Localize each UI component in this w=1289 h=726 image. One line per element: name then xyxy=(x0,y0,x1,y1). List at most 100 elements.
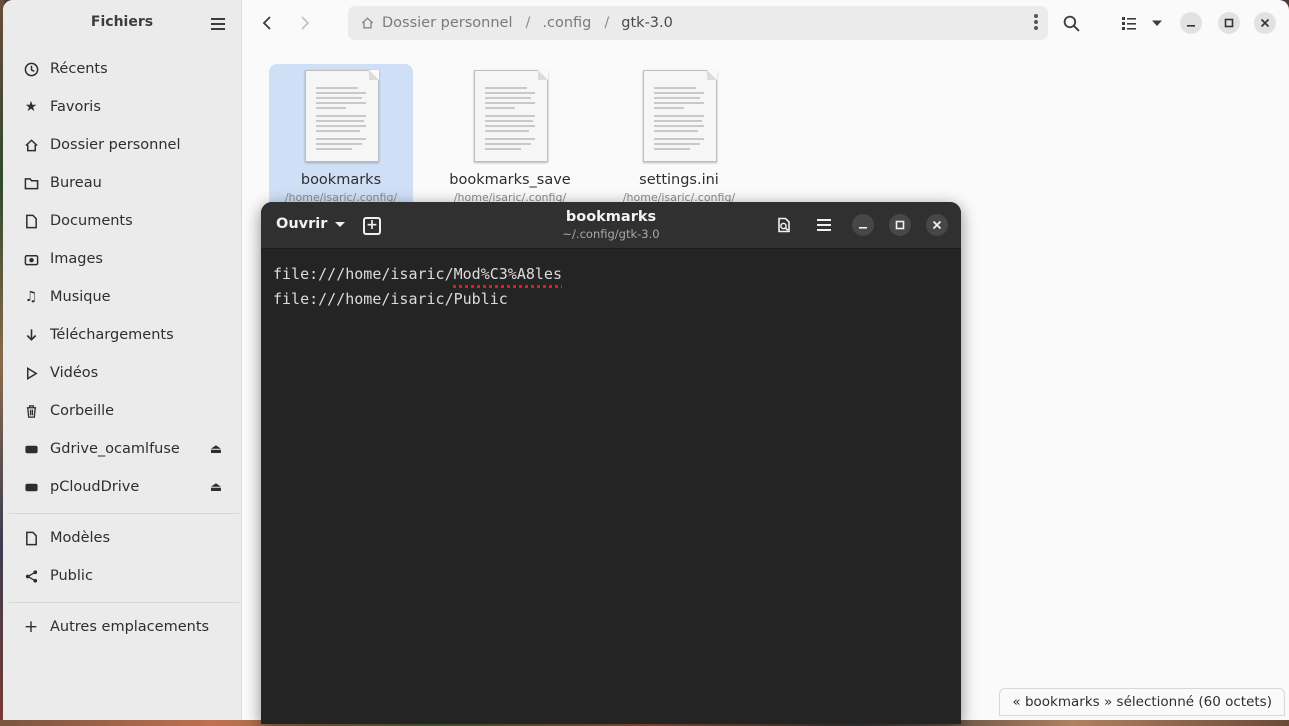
file-name: bookmarks_save xyxy=(449,172,571,188)
sidebar-divider xyxy=(9,513,239,514)
text-file-icon xyxy=(474,70,548,162)
editor-header-bar: Ouvrir + bookmarks ~/.config/gtk-3.0 xyxy=(261,202,961,249)
sidebar-header: Fichiers xyxy=(3,0,241,46)
document-icon xyxy=(23,213,39,229)
drive-icon xyxy=(23,441,39,457)
camera-icon xyxy=(23,251,39,267)
save-button[interactable] xyxy=(775,216,793,234)
misspelled-word[interactable]: Mod%C3%A8les xyxy=(454,265,562,283)
sidebar-item-label: Favoris xyxy=(50,99,101,115)
sidebar-item-label: Public xyxy=(50,568,93,584)
download-icon xyxy=(23,327,39,343)
text-content[interactable]: file:///home/isaric/Mod%C3%A8les file:///… xyxy=(273,262,562,312)
sidebar-item-label: Téléchargements xyxy=(50,327,174,343)
path-separator: / xyxy=(525,15,531,31)
sidebar-item-images[interactable]: Images xyxy=(9,242,235,276)
close-icon xyxy=(1260,18,1270,28)
document-icon xyxy=(23,530,39,546)
sidebar-item-favoris[interactable]: ★ Favoris xyxy=(9,90,235,124)
sidebar-item-label: Documents xyxy=(50,213,133,229)
home-icon xyxy=(23,137,39,153)
maximize-button[interactable] xyxy=(1218,12,1240,34)
sidebar-item-label: Images xyxy=(50,251,103,267)
text-file-icon xyxy=(643,70,717,162)
editor-minimize-button[interactable] xyxy=(852,214,874,236)
sidebar-item-musique[interactable]: ♫ Musique xyxy=(9,280,235,314)
sidebar-item-telechargements[interactable]: Téléchargements xyxy=(9,318,235,352)
path-separator: / xyxy=(604,15,610,31)
text-line: file:///home/isaric/Public xyxy=(273,290,508,308)
sidebar-item-label: Musique xyxy=(50,289,111,305)
list-view-icon xyxy=(1122,17,1136,30)
path-menu-icon[interactable] xyxy=(1034,14,1038,32)
search-icon xyxy=(1063,15,1080,32)
text-editor-window: Ouvrir + bookmarks ~/.config/gtk-3.0 fil… xyxy=(261,202,961,724)
search-button[interactable] xyxy=(1059,11,1083,35)
sidebar-item-documents[interactable]: Documents xyxy=(9,204,235,238)
clock-icon xyxy=(23,61,39,77)
app-title: Fichiers xyxy=(90,14,154,30)
star-icon: ★ xyxy=(24,99,38,115)
path-segment-current[interactable]: gtk-3.0 xyxy=(621,15,673,31)
sidebar-item-corbeille[interactable]: Corbeille xyxy=(9,394,235,428)
path-bar: Dossier personnel / .config / gtk-3.0 xyxy=(348,6,1048,40)
sidebar-item-label: Bureau xyxy=(50,175,102,191)
view-options-button[interactable] xyxy=(1145,11,1169,35)
text-file-icon xyxy=(305,70,379,162)
eject-icon[interactable]: ⏏ xyxy=(207,440,225,458)
chevron-left-icon xyxy=(262,16,271,30)
editor-maximize-button[interactable] xyxy=(889,214,911,236)
sidebar-item-label: Vidéos xyxy=(50,365,99,381)
home-icon xyxy=(361,17,374,29)
folder-icon xyxy=(23,175,39,191)
sidebar-item-label: pCloudDrive xyxy=(50,479,140,495)
forward-button[interactable] xyxy=(292,10,318,36)
chevron-down-icon xyxy=(1152,20,1162,26)
sidebar-item-public[interactable]: Public xyxy=(9,559,235,593)
close-button[interactable] xyxy=(1254,12,1276,34)
maximize-icon xyxy=(895,220,905,230)
sidebar-item-other-locations[interactable]: + Autres emplacements xyxy=(9,610,235,644)
sidebar-item-label: Dossier personnel xyxy=(50,137,181,153)
sidebar-item-modeles[interactable]: Modèles xyxy=(9,521,235,555)
sidebar-item-label: Corbeille xyxy=(50,403,115,419)
drive-icon xyxy=(23,479,39,495)
minimize-button[interactable] xyxy=(1180,12,1202,34)
sidebar: Fichiers Récents ★ Favoris Dossier perso… xyxy=(3,0,242,720)
save-document-icon xyxy=(778,217,790,233)
file-item-bookmarks[interactable]: bookmarks /home/isaric/.config/ xyxy=(269,64,413,214)
sidebar-item-recents[interactable]: Récents xyxy=(9,52,235,86)
editor-close-button[interactable] xyxy=(926,214,948,236)
file-item-bookmarks-save[interactable]: bookmarks_save /home/isaric/.config/ xyxy=(438,64,582,214)
sidebar-item-label: Autres emplacements xyxy=(50,619,210,635)
text-line: file:///home/isaric/Mod%C3%A8les xyxy=(273,265,562,283)
editor-menu-button[interactable] xyxy=(815,216,833,234)
close-icon xyxy=(932,220,942,230)
selection-status: « bookmarks » sélectionné (60 octets) xyxy=(999,688,1285,716)
sidebar-item-bureau[interactable]: Bureau xyxy=(9,166,235,200)
back-button[interactable] xyxy=(254,10,280,36)
file-name: settings.ini xyxy=(639,172,719,188)
main-menu-button[interactable] xyxy=(209,15,227,31)
sidebar-item-label: Modèles xyxy=(50,530,111,546)
path-segment-home[interactable]: Dossier personnel xyxy=(360,15,513,31)
eject-icon[interactable]: ⏏ xyxy=(207,478,225,496)
hamburger-icon xyxy=(817,219,831,231)
path-segment-config[interactable]: .config xyxy=(542,15,591,31)
maximize-icon xyxy=(1224,18,1234,28)
file-item-settings-ini[interactable]: settings.ini /home/isaric/.config/ xyxy=(607,64,751,214)
plus-icon: + xyxy=(23,617,39,637)
sidebar-item-label: Gdrive_ocamlfuse xyxy=(50,441,180,457)
music-icon: ♫ xyxy=(24,289,38,305)
sidebar-item-label: Récents xyxy=(50,61,108,77)
minimize-icon xyxy=(859,227,867,229)
view-list-button[interactable] xyxy=(1117,11,1141,35)
sidebar-divider xyxy=(9,602,239,603)
file-name: bookmarks xyxy=(300,172,382,188)
text-area[interactable]: file:///home/isaric/Mod%C3%A8les file:///… xyxy=(261,249,961,724)
minimize-icon xyxy=(1187,25,1195,27)
sidebar-item-home[interactable]: Dossier personnel xyxy=(9,128,235,162)
sidebar-item-pclouddrive[interactable]: pCloudDrive ⏏ xyxy=(9,470,235,504)
sidebar-item-gdrive[interactable]: Gdrive_ocamlfuse ⏏ xyxy=(9,432,235,466)
sidebar-item-videos[interactable]: Vidéos xyxy=(9,356,235,390)
